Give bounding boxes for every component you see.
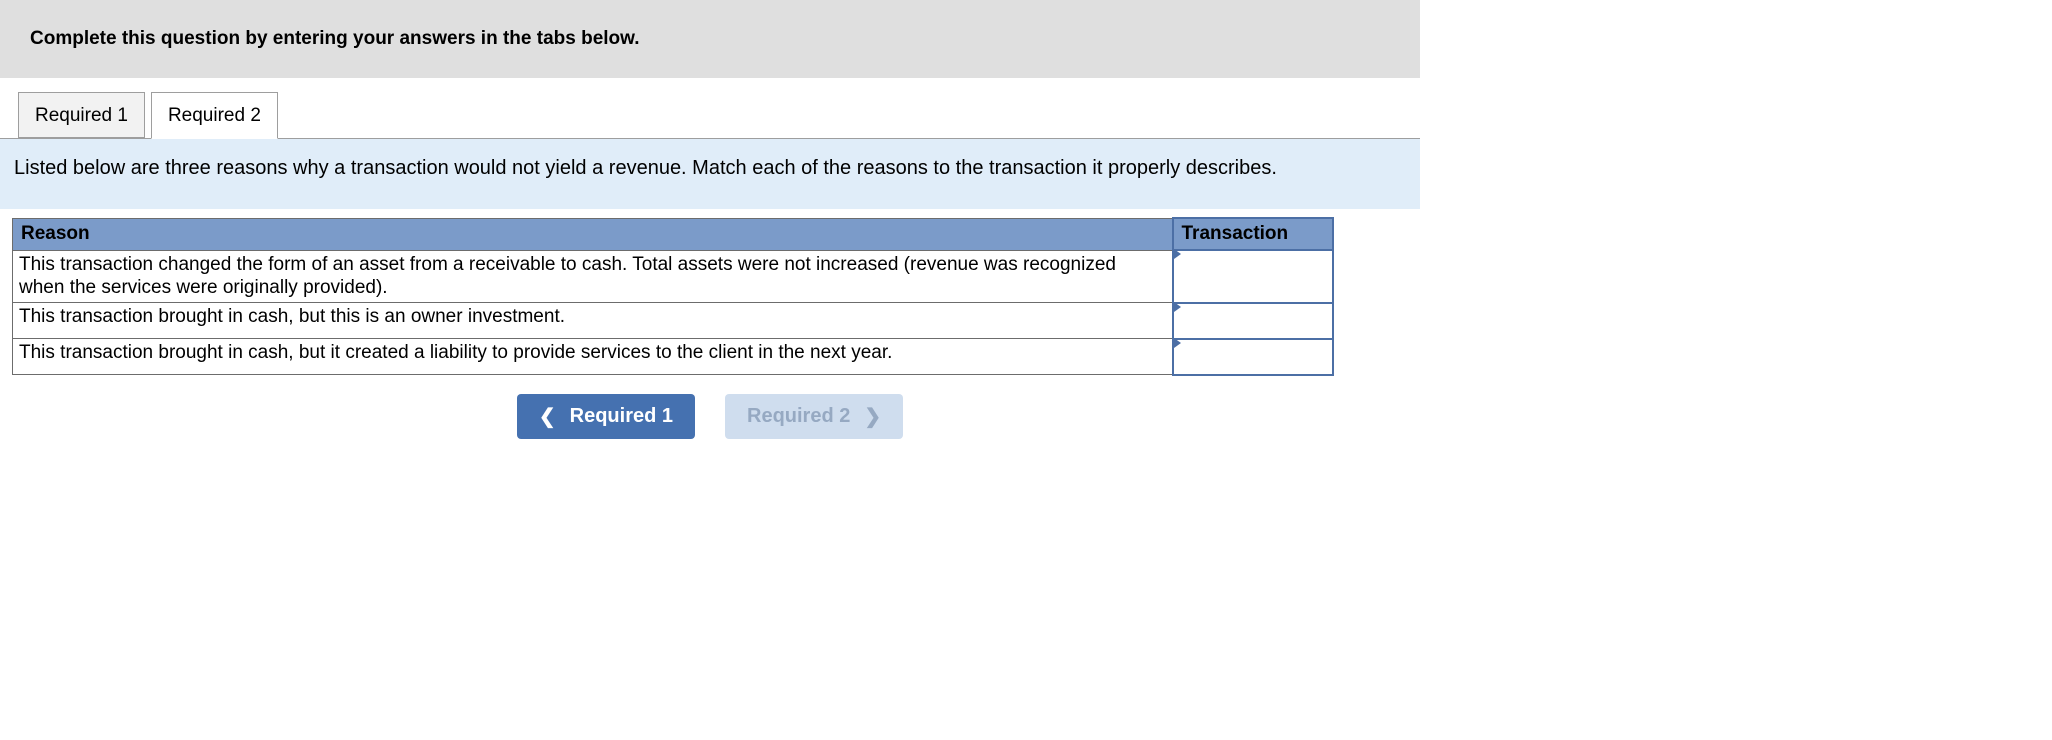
reason-cell: This transaction brought in cash, but th… — [13, 303, 1173, 339]
header-reason: Reason — [13, 218, 1173, 250]
chevron-left-icon: ❮ — [539, 404, 556, 429]
table-row: This transaction changed the form of an … — [13, 250, 1333, 303]
header-transaction: Transaction — [1173, 218, 1333, 250]
question-body: Listed below are three reasons why a tra… — [0, 138, 1420, 209]
dropdown-indicator-icon — [1174, 302, 1181, 312]
table-row: This transaction brought in cash, but it… — [13, 339, 1333, 375]
prev-button-label: Required 1 — [570, 405, 673, 428]
instruction-bar: Complete this question by entering your … — [0, 0, 1420, 78]
transaction-cell — [1173, 339, 1333, 375]
next-button-label: Required 2 — [747, 405, 850, 428]
table-row: This transaction brought in cash, but th… — [13, 303, 1333, 339]
reason-cell: This transaction brought in cash, but it… — [13, 339, 1173, 375]
tab-label: Required 2 — [168, 105, 261, 126]
tab-label: Required 1 — [35, 105, 128, 126]
instruction-text: Complete this question by entering your … — [30, 28, 640, 49]
tab-required-2[interactable]: Required 2 — [151, 92, 278, 139]
dropdown-indicator-icon — [1174, 249, 1181, 259]
question-container: Complete this question by entering your … — [0, 0, 1420, 439]
transaction-cell — [1173, 250, 1333, 303]
reason-cell: This transaction changed the form of an … — [13, 250, 1173, 303]
table-header-row: Reason Transaction — [13, 218, 1333, 250]
question-text: Listed below are three reasons why a tra… — [14, 157, 1277, 179]
answer-table: Reason Transaction This transaction chan… — [12, 217, 1334, 376]
tabs-row: Required 1 Required 2 — [18, 92, 1420, 138]
chevron-right-icon: ❯ — [864, 404, 881, 429]
nav-row: ❮ Required 1 Required 2 ❯ — [0, 394, 1420, 439]
transaction-cell — [1173, 303, 1333, 339]
transaction-dropdown[interactable] — [1174, 259, 1332, 293]
next-button: Required 2 ❯ — [725, 394, 903, 439]
prev-button[interactable]: ❮ Required 1 — [517, 394, 695, 439]
dropdown-indicator-icon — [1174, 338, 1181, 348]
transaction-dropdown[interactable] — [1174, 340, 1332, 374]
tab-required-1[interactable]: Required 1 — [18, 92, 145, 138]
transaction-dropdown[interactable] — [1174, 304, 1332, 338]
